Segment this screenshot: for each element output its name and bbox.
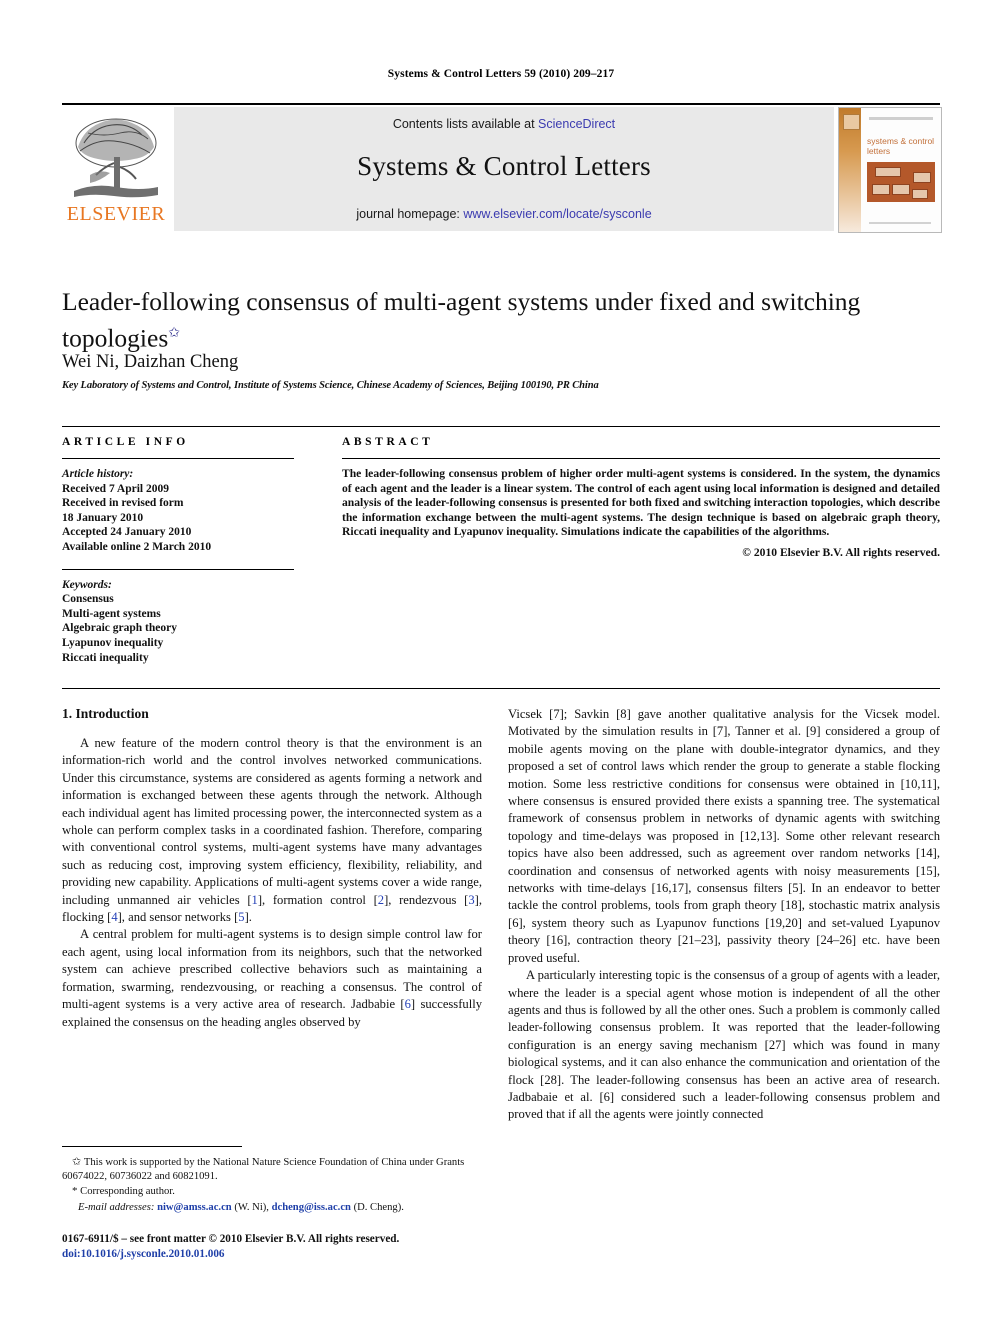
cover-block-diagram-icon bbox=[867, 162, 935, 202]
paragraph-intro-2: A central problem for multi-agent system… bbox=[62, 926, 482, 1030]
article-history-label: Article history: bbox=[62, 468, 134, 480]
article-info-separator bbox=[62, 568, 294, 570]
email-label: E-mail addresses: bbox=[78, 1201, 155, 1213]
paragraph-text: ], and sensor networks [ bbox=[117, 910, 239, 925]
affiliation: Key Laboratory of Systems and Control, I… bbox=[62, 380, 599, 391]
body-column-right: Vicsek [7]; Savkin [8] gave another qual… bbox=[508, 706, 940, 1124]
email-link-cheng[interactable]: dcheng@iss.ac.cn bbox=[272, 1202, 351, 1213]
journal-cover-thumbnail: systems & control letters bbox=[838, 107, 942, 233]
cover-badge-icon bbox=[843, 114, 860, 130]
keyword-item: Algebraic graph theory bbox=[62, 622, 177, 635]
keyword-item: Riccati inequality bbox=[62, 651, 149, 664]
paper-page: Systems & Control Letters 59 (2010) 209–… bbox=[0, 0, 992, 1323]
abstract-column: ABSTRACT The leader-following consensus … bbox=[342, 436, 940, 559]
section-heading-introduction: 1. Introduction bbox=[62, 706, 149, 721]
paragraph-intro-1: A new feature of the modern control theo… bbox=[62, 735, 482, 926]
article-history-item: Accepted 24 January 2010 bbox=[62, 526, 192, 539]
corresponding-text: Corresponding author. bbox=[80, 1186, 175, 1198]
cover-title-text: systems & control letters bbox=[867, 136, 935, 156]
paragraph-text: A new feature of the modern control theo… bbox=[62, 736, 482, 907]
article-history-item: 18 January 2010 bbox=[62, 511, 144, 524]
sciencedirect-link[interactable]: ScienceDirect bbox=[538, 117, 615, 131]
keywords-label: Keywords: bbox=[62, 578, 112, 591]
footnote-area: ✩ This work is supported by the National… bbox=[62, 1156, 492, 1214]
footnote-emails: E-mail addresses: niw@amss.ac.cn (W. Ni)… bbox=[62, 1201, 492, 1215]
email-owner-ni: (W. Ni), bbox=[234, 1201, 269, 1213]
keyword-item: Multi-agent systems bbox=[62, 607, 161, 620]
elsevier-wordmark: ELSEVIER bbox=[66, 203, 166, 225]
author-names: Wei Ni, Daizhan Cheng bbox=[62, 352, 239, 372]
info-band-bottom-rule bbox=[62, 688, 940, 689]
article-history-item: Received 7 April 2009 bbox=[62, 482, 169, 495]
article-history-item: Received in revised form bbox=[62, 497, 184, 510]
page-title: Leader-following consensus of multi-agen… bbox=[62, 286, 862, 355]
journal-homepage-link[interactable]: www.elsevier.com/locate/sysconle bbox=[463, 207, 651, 221]
imprint-block: 0167-6911/$ – see front matter © 2010 El… bbox=[62, 1232, 502, 1262]
paragraph-intro-4: A particularly interesting topic is the … bbox=[508, 968, 940, 1122]
journal-homepage-line: journal homepage: www.elsevier.com/locat… bbox=[174, 207, 834, 221]
paragraph-text: ], rendezvous [ bbox=[384, 892, 469, 907]
article-info-heading: ARTICLE INFO bbox=[62, 436, 189, 448]
article-history-item: Available online 2 March 2010 bbox=[62, 540, 212, 553]
funding-text: This work is supported by the National N… bbox=[62, 1157, 465, 1182]
paragraph-text: ], formation control [ bbox=[257, 892, 378, 907]
title-footnote-marker: ✩ bbox=[168, 326, 180, 341]
elsevier-logo: ELSEVIER bbox=[62, 107, 170, 231]
cover-top-rule bbox=[869, 117, 933, 120]
contents-line: Contents lists available at ScienceDirec… bbox=[174, 117, 834, 131]
footnote-funding: ✩ This work is supported by the National… bbox=[62, 1156, 492, 1183]
email-owner-cheng: (D. Cheng). bbox=[353, 1201, 404, 1213]
article-info-column: ARTICLE INFO Article history: Received 7… bbox=[62, 436, 294, 665]
keyword-item: Lyapunov inequality bbox=[62, 636, 164, 649]
info-band-top-rule bbox=[62, 426, 940, 427]
journal-masthead: ELSEVIER Contents lists available at Sci… bbox=[62, 103, 942, 233]
title-text: Leader-following consensus of multi-agen… bbox=[62, 287, 861, 353]
abstract-text: The leader-following consensus problem o… bbox=[342, 467, 940, 539]
abstract-heading: ABSTRACT bbox=[342, 436, 434, 448]
footnote-rule bbox=[62, 1146, 242, 1147]
paragraph-text: ]. bbox=[244, 910, 252, 925]
contents-prefix: Contents lists available at bbox=[392, 117, 539, 131]
elsevier-tree-icon bbox=[74, 118, 158, 198]
journal-banner: Contents lists available at ScienceDirec… bbox=[174, 107, 834, 231]
paragraph-intro-3: Vicsek [7]; Savkin [8] gave another qual… bbox=[508, 707, 940, 965]
body-column-left: 1. Introduction A new feature of the mod… bbox=[62, 706, 482, 1031]
article-info-rule bbox=[62, 458, 294, 459]
article-history-block: Article history: Received 7 April 2009 R… bbox=[62, 467, 294, 555]
running-head: Systems & Control Letters 59 (2010) 209–… bbox=[387, 68, 615, 80]
homepage-prefix: journal homepage: bbox=[356, 207, 464, 221]
abstract-rule bbox=[342, 458, 940, 459]
doi-line[interactable]: doi:10.1016/j.sysconle.2010.01.006 bbox=[62, 1247, 502, 1262]
keyword-item: Consensus bbox=[62, 593, 114, 606]
abstract-copyright: © 2010 Elsevier B.V. All rights reserved… bbox=[742, 545, 940, 559]
author-list: Wei Ni, Daizhan Cheng bbox=[62, 352, 862, 373]
funding-marker: ✩ bbox=[72, 1156, 82, 1168]
cover-bottom-rule bbox=[869, 222, 931, 224]
corresponding-marker: * bbox=[72, 1185, 78, 1198]
keywords-block: Keywords: Consensus Multi-agent systems … bbox=[62, 578, 294, 666]
issn-line: 0167-6911/$ – see front matter © 2010 El… bbox=[62, 1233, 400, 1245]
journal-title: Systems & Control Letters bbox=[357, 151, 651, 181]
email-link-ni[interactable]: niw@amss.ac.cn bbox=[157, 1202, 232, 1213]
footnote-corresponding: * Corresponding author. bbox=[62, 1185, 492, 1199]
